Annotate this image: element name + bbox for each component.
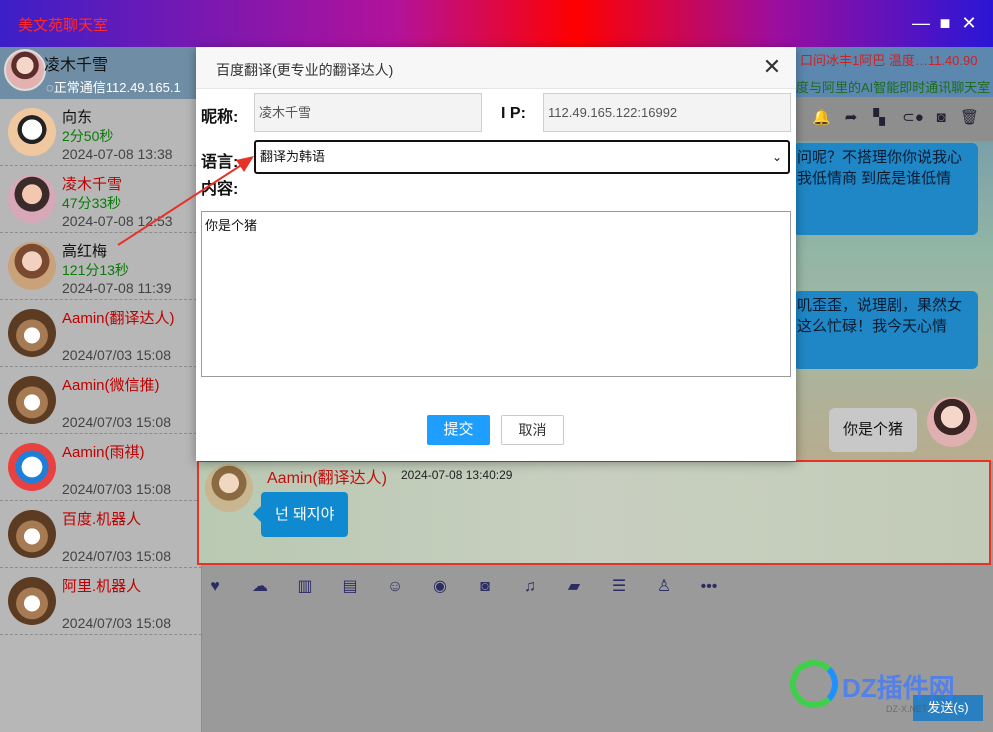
avatar <box>8 175 56 223</box>
contact-name: 凌木千雪 <box>62 176 123 193</box>
nickname-label: 昵称: <box>201 109 239 126</box>
minimize-icon[interactable]: — <box>910 12 932 34</box>
sender-avatar <box>205 464 253 512</box>
avatar <box>8 309 56 357</box>
avatar <box>8 443 56 491</box>
title-bar: 美文苑聊天室 — ■ ✕ <box>0 0 993 47</box>
message-time: 2024-07-08 13:40:29 <box>401 468 513 482</box>
notice-marquee: 度与阿里的AI智能即时通讯聊天室 <box>796 80 991 95</box>
checker-icon[interactable]: ▚ <box>870 109 888 127</box>
contact-time: 2024/07/03 15:08 <box>62 347 171 363</box>
smiley-icon[interactable]: ☺ <box>385 577 405 597</box>
contact-time: 2024-07-08 13:38 <box>62 146 173 162</box>
app-title: 美文苑聊天室 <box>18 17 109 34</box>
maximize-icon[interactable]: ■ <box>934 12 956 34</box>
contact-time: 2024/07/03 15:08 <box>62 548 171 564</box>
dialog-header: 百度翻译(更专业的翻译达人) ✕ <box>196 47 796 89</box>
contact-name: 百度.机器人 <box>62 511 142 528</box>
contact-time: 2024-07-08 11:39 <box>62 280 172 296</box>
user-circle-icon[interactable]: ◉ <box>430 577 450 597</box>
avatar <box>8 510 56 558</box>
submit-button[interactable]: 提交 <box>427 415 490 445</box>
notice-line: 口问冰丰1阿巴 温度…11.40.90 <box>800 53 978 68</box>
ip-label: I P: <box>501 105 526 122</box>
cloud-icon[interactable]: ☁ <box>250 577 270 597</box>
contact-name: 高红梅 <box>62 243 108 260</box>
more-icon[interactable]: ••• <box>699 577 719 597</box>
current-user-panel[interactable]: 凌木千雪 ◌正常通信112.49.165.1 <box>0 47 202 99</box>
cancel-button[interactable]: 取消 <box>501 415 564 445</box>
contact-item[interactable]: 高红梅 121分13秒 2024-07-08 11:39 <box>0 233 202 300</box>
contact-time: 2024/07/03 15:08 <box>62 615 171 631</box>
heart-icon[interactable]: ♥ <box>205 577 225 597</box>
share-icon[interactable]: ➦ <box>842 109 860 127</box>
ip-field[interactable]: 112.49.165.122:16992 <box>543 93 791 132</box>
my-message-bubble: 你是个猪 <box>829 408 917 452</box>
avatar <box>8 376 56 424</box>
contact-item[interactable]: 百度.机器人 2024/07/03 15:08 <box>0 501 202 568</box>
music-icon[interactable]: ♫ <box>520 577 540 597</box>
folder-icon[interactable]: ▰ <box>564 577 584 597</box>
notice-strip: 口问冰丰1阿巴 温度…11.40.90 度与阿里的AI智能即时通讯聊天室 <box>796 47 993 97</box>
message-bubble: 问呢？不搭理你你说我心 我低情商 到底是谁低情 <box>793 143 978 235</box>
message-bubble: 叽歪歪，说理剧，果然女 这么忙碌！我今天心情 <box>793 291 978 369</box>
camera-icon[interactable]: ◙ <box>475 577 495 597</box>
contact-name: Aamin(翻译达人) <box>62 310 175 327</box>
content-label: 内容: <box>201 181 239 198</box>
contact-sidebar: 凌木千雪 ◌正常通信112.49.165.1 向东 2分50秒 2024-07-… <box>0 47 202 732</box>
contact-item[interactable]: 阿里.机器人 2024/07/03 15:08 <box>0 568 202 635</box>
chat-toolbar: 🔔 ➦ ▚ ⊂● ◙ 🗑 <box>796 97 993 141</box>
input-toolbar: ♥ ☁ ▥ ▤ ☺ ◉ ◙ ♫ ▰ ☰ ♙ ••• <box>203 567 993 607</box>
contact-item[interactable]: Aamin(雨祺) 2024/07/03 15:08 <box>0 434 202 501</box>
contact-time: 2024/07/03 15:08 <box>62 414 171 430</box>
send-button[interactable]: 发送(s) <box>913 695 983 721</box>
contact-item[interactable]: Aamin(微信推) 2024/07/03 15:08 <box>0 367 202 434</box>
language-select[interactable]: 翻译为韩语 ⌄ <box>254 140 790 174</box>
penguin-icon[interactable]: ♙ <box>654 577 674 597</box>
contact-name: Aamin(雨祺) <box>62 444 145 461</box>
close-icon[interactable]: ✕ <box>958 12 980 34</box>
online-duration: 121分13秒 <box>62 262 129 278</box>
sender-name: Aamin(翻译达人) <box>267 470 388 487</box>
contact-time: 2024-07-08 12:53 <box>62 213 173 229</box>
toggle-icon[interactable]: ⊂● <box>902 109 924 127</box>
online-duration: 47分33秒 <box>62 195 122 211</box>
current-user-avatar <box>4 49 46 91</box>
avatar <box>8 108 56 156</box>
dialog-close-icon[interactable]: ✕ <box>761 56 783 78</box>
current-user-name: 凌木千雪 <box>44 57 109 74</box>
id-card-icon[interactable]: ▤ <box>340 577 360 597</box>
dialog-title: 百度翻译(更专业的翻译达人) <box>216 62 394 78</box>
translated-message-bubble: 넌 돼지야 <box>252 492 349 537</box>
avatar <box>8 242 56 290</box>
connection-status: ◌正常通信112.49.165.1 <box>46 80 181 95</box>
language-label: 语言: <box>201 154 239 171</box>
translate-dialog: 百度翻译(更专业的翻译达人) ✕ 昵称: 凌木千雪 I P: 112.49.16… <box>196 47 796 461</box>
contact-name: Aamin(微信推) <box>62 377 160 394</box>
nickname-field[interactable]: 凌木千雪 <box>254 93 482 132</box>
contact-time: 2024/07/03 15:08 <box>62 481 171 497</box>
bell-icon[interactable]: 🔔 <box>812 109 831 127</box>
content-textarea[interactable]: 你是个猪 <box>201 211 791 377</box>
map-icon[interactable]: ▥ <box>295 577 315 597</box>
rss-icon[interactable]: ◙ <box>932 109 950 127</box>
server-icon[interactable]: ☰ <box>609 577 629 597</box>
contact-name: 向东 <box>62 109 93 126</box>
language-selected-value: 翻译为韩语 <box>260 149 326 164</box>
contact-item[interactable]: 凌木千雪 47分33秒 2024-07-08 12:53 <box>0 166 202 233</box>
contact-item[interactable]: 向东 2分50秒 2024-07-08 13:38 <box>0 99 202 166</box>
contact-name: 阿里.机器人 <box>62 578 142 595</box>
chevron-down-icon: ⌄ <box>771 150 782 164</box>
trash-icon[interactable]: 🗑 <box>960 109 979 127</box>
my-avatar <box>927 397 977 447</box>
translated-message-highlight: Aamin(翻译达人) 2024-07-08 13:40:29 넌 돼지야 <box>197 460 991 565</box>
avatar <box>8 577 56 625</box>
contact-item[interactable]: Aamin(翻译达人) 2024/07/03 15:08 <box>0 300 202 367</box>
online-duration: 2分50秒 <box>62 128 114 144</box>
